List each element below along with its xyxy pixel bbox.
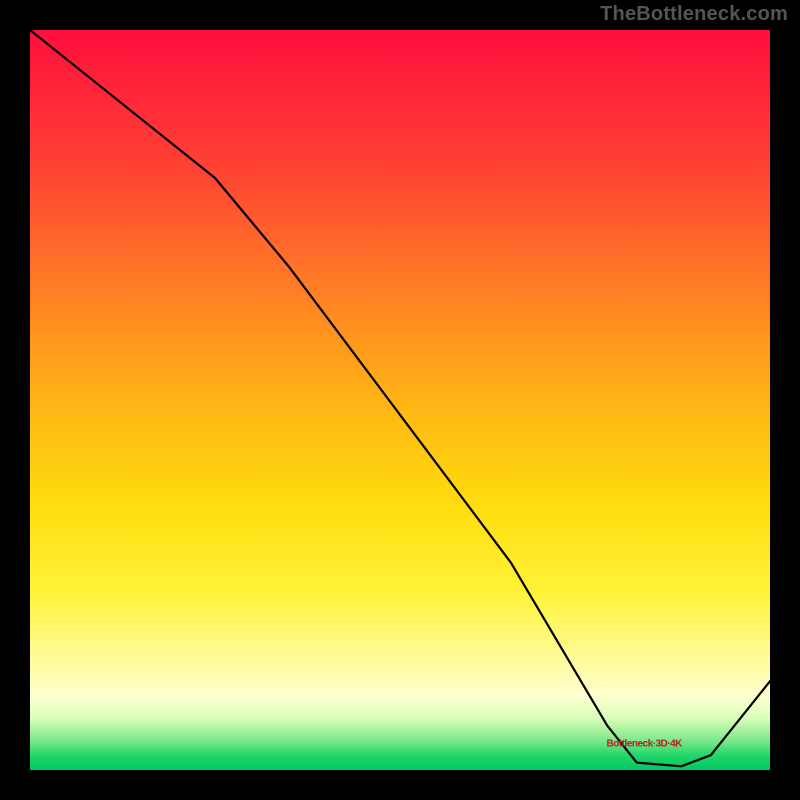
chart-svg [30, 30, 770, 770]
plot-area: Bottleneck·3D·4K [30, 30, 770, 770]
bottleneck-annotation: Bottleneck·3D·4K [607, 739, 682, 750]
watermark-text: TheBottleneck.com [600, 3, 788, 26]
chart-frame: TheBottleneck.com Bottleneck·3D·4K [0, 0, 800, 800]
data-line [30, 30, 770, 766]
